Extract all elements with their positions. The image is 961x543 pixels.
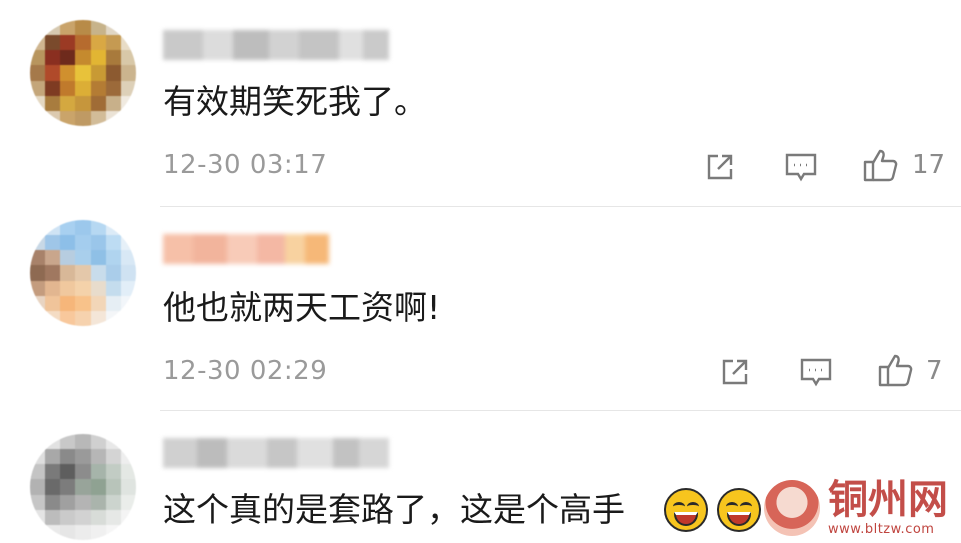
grinning-emoji <box>664 488 708 532</box>
like-count: 7 <box>926 356 943 386</box>
watermark-seal <box>764 480 820 536</box>
comment-item: 他也就两天工资啊! 12-30 02:29 7 <box>0 208 961 412</box>
divider <box>160 206 961 207</box>
username-blurred[interactable] <box>163 438 389 468</box>
comment-item: 有效期笑死我了。 12-30 03:17 17 <box>0 0 961 207</box>
comment-icon[interactable] <box>784 151 818 183</box>
comment-timestamp: 12-30 02:29 <box>163 356 328 386</box>
username-blurred[interactable] <box>163 30 389 60</box>
avatar[interactable] <box>30 434 136 540</box>
watermark-url: www.bltzw.com <box>828 522 935 537</box>
comment-text: 他也就两天工资啊! <box>163 288 441 327</box>
thumbs-up-icon[interactable] <box>862 146 900 184</box>
share-icon[interactable] <box>719 356 751 388</box>
grinning-emoji <box>717 488 761 532</box>
comment-text: 这个真的是套路了，这是个高手 <box>163 490 625 529</box>
username-blurred[interactable] <box>163 234 329 264</box>
comment-icon[interactable] <box>799 356 833 388</box>
watermark-title: 铜州网 <box>828 476 948 523</box>
comment-text: 有效期笑死我了。 <box>163 82 427 121</box>
avatar[interactable] <box>30 220 136 326</box>
thumbs-up-icon[interactable] <box>877 351 915 389</box>
divider <box>160 410 961 411</box>
site-watermark: 铜州网 www.bltzw.com <box>762 478 957 540</box>
comment-timestamp: 12-30 03:17 <box>163 150 328 180</box>
share-icon[interactable] <box>704 151 736 183</box>
avatar[interactable] <box>30 20 136 126</box>
like-count: 17 <box>912 150 946 180</box>
